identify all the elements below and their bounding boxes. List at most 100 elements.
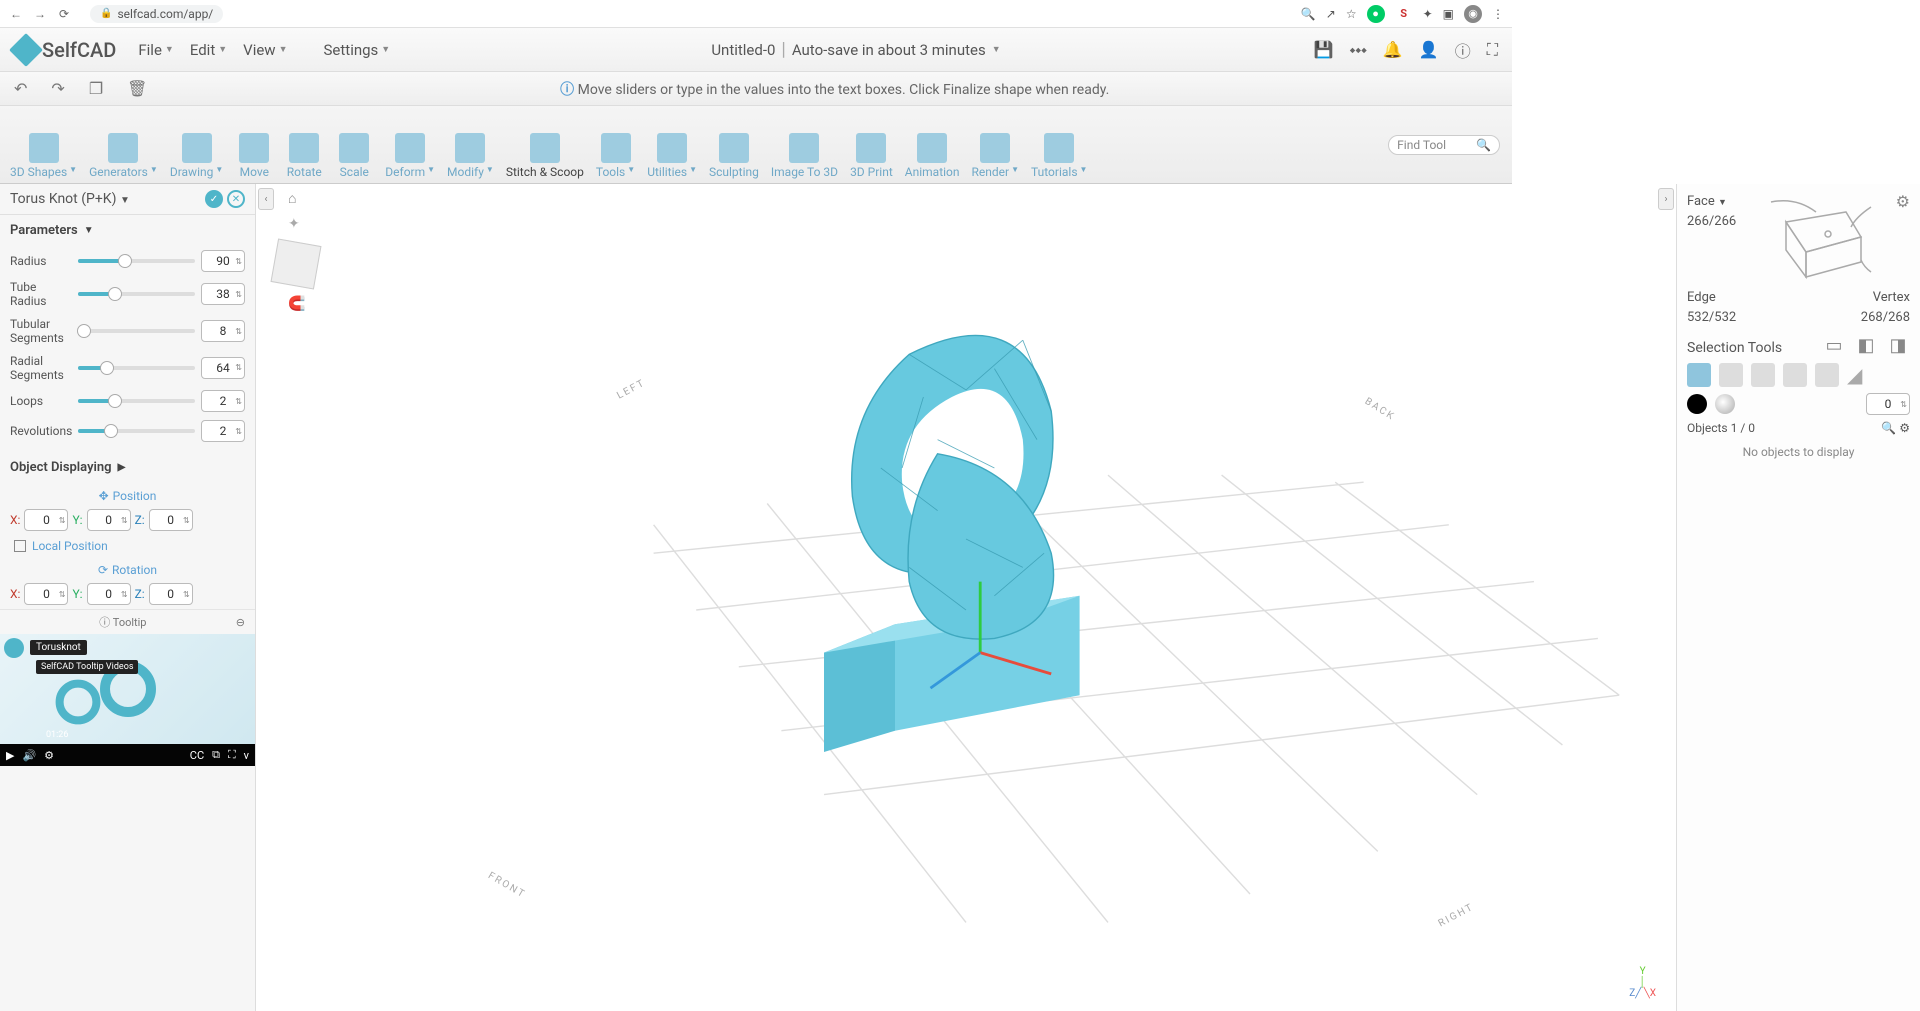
3d-viewport[interactable]: ‹ › ⌂ ✦ 🧲 [256,184,1676,1011]
star-icon[interactable]: ☆ [1346,7,1357,21]
object-displaying-header[interactable]: Object Displaying ▶ [0,452,255,483]
vertex-label[interactable]: Vertex [1861,288,1910,308]
tool-stitch-scoop[interactable]: Stitch & Scoop [500,106,590,183]
tool-scale[interactable]: Scale [329,106,379,183]
plane-icon[interactable]: ◢ [1847,363,1871,387]
rot-y-input[interactable]: 0 [87,583,131,605]
reload-button[interactable]: ⟳ [56,7,72,21]
search-objects-icon[interactable]: 🔍 [1881,421,1896,435]
tool-modify[interactable]: Modify▼ [441,106,500,183]
tool-drawing[interactable]: Drawing▼ [164,106,229,183]
tool-tools[interactable]: Tools▼ [590,106,641,183]
selection-cube-icon[interactable] [1756,192,1876,282]
param-input[interactable]: 2 [201,420,245,442]
notifications-button[interactable]: 🔔 [1383,40,1403,59]
color-swatch-2[interactable] [1715,394,1735,414]
pos-x-input[interactable]: 0 [24,509,68,531]
local-position-checkbox[interactable]: Local Position [0,535,255,557]
cc-icon[interactable]: CC [190,749,204,762]
objects-settings-icon[interactable]: ⚙ [1899,421,1910,435]
share-icon[interactable]: ↗ [1326,7,1336,21]
tool-rotate[interactable]: Rotate [279,106,329,183]
panel-settings-icon[interactable]: ⚙ [1896,192,1910,211]
app-logo[interactable]: SelfCAD [14,38,116,62]
parameters-header[interactable]: Parameters ▼ [0,215,255,246]
tool-utilities[interactable]: Utilities▼ [641,106,703,183]
tooltip-video[interactable]: Torusknot SelfCAD Tooltip Videos 01:26 ▶… [0,634,255,766]
save-button[interactable]: 💾 [1314,40,1334,59]
menu-icon[interactable]: ⋮ [1492,7,1504,21]
account-button[interactable]: 👤 [1419,40,1439,59]
param-slider[interactable] [78,329,195,333]
back-button[interactable]: ← [8,7,24,21]
extension-2-icon[interactable]: S [1395,5,1413,23]
undo-button[interactable]: ↶ [14,79,27,98]
tool-move[interactable]: Move [229,106,279,183]
help-button[interactable]: ⓘ [1455,38,1471,62]
share-button[interactable]: ⬩⬩⬩ [1350,40,1367,60]
forward-button[interactable]: → [32,7,48,21]
finalize-button[interactable]: ✓ [205,190,223,208]
rot-x-input[interactable]: 0 [24,583,68,605]
video-controls[interactable]: ▶ 🔊 ⚙ CC ⧉ ⛶ v [0,744,255,766]
document-title[interactable]: Untitled-0 [711,41,775,59]
solid-mode-icon[interactable] [1687,363,1711,387]
copy-button[interactable]: ❐ [89,79,103,98]
vimeo-icon[interactable]: v [244,749,249,762]
tool-render[interactable]: Render▼ [966,106,1026,183]
cube-select-icon[interactable]: ◧ [1854,333,1878,357]
cancel-button[interactable]: ✕ [227,190,245,208]
mode-5-icon[interactable] [1815,363,1839,387]
param-slider[interactable] [78,259,195,263]
find-tool-input[interactable]: Find Tool🔍 [1388,135,1500,155]
menu-settings[interactable]: Settings▼ [316,35,399,65]
tool-deform[interactable]: Deform▼ [379,106,441,183]
menu-file[interactable]: File▼ [130,35,181,65]
tool-animation[interactable]: Animation [899,106,966,183]
extensions-icon[interactable]: ✦ [1423,7,1433,21]
opacity-spinner[interactable]: 0 [1866,393,1910,415]
pip-icon[interactable]: ⧉ [212,748,220,762]
settings-icon[interactable]: ⚙ [44,749,54,762]
tool-sculpting[interactable]: Sculpting [703,106,765,183]
tool-3d-print[interactable]: 3D Print [844,106,899,183]
param-slider[interactable] [78,429,195,433]
collapse-tooltip[interactable]: ⊖ [236,616,245,629]
pos-y-input[interactable]: 0 [87,509,131,531]
volume-icon[interactable]: 🔊 [22,749,36,762]
profile-avatar[interactable]: ◉ [1464,5,1482,23]
address-bar[interactable]: 🔒 selfcad.com/app/ [90,5,223,23]
param-input[interactable]: 2 [201,390,245,412]
wireframe-mode-icon[interactable] [1719,363,1743,387]
fullscreen-icon[interactable]: ⛶ [228,748,236,762]
param-slider[interactable] [78,366,195,370]
menu-view[interactable]: View▼ [235,35,295,65]
edge-label[interactable]: Edge [1687,288,1736,308]
rot-z-input[interactable]: 0 [149,583,193,605]
extension-1-icon[interactable]: ● [1367,5,1385,23]
delete-button[interactable]: 🗑 [127,79,147,98]
param-input[interactable]: 8 [201,320,245,342]
play-icon[interactable]: ▶ [6,749,14,762]
iso-select-icon[interactable]: ◨ [1886,333,1910,357]
marquee-select-icon[interactable]: ▭ [1822,333,1846,357]
menu-edit[interactable]: Edit▼ [182,35,235,65]
tool-image-to-3d[interactable]: Image To 3D [765,106,844,183]
mode-3-icon[interactable] [1751,363,1775,387]
tool-generators[interactable]: Generators▼ [83,106,164,183]
color-swatch-1[interactable] [1687,394,1707,414]
tool-tutorials[interactable]: Tutorials▼ [1025,106,1093,183]
redo-button[interactable]: ↷ [51,79,64,98]
fullscreen-button[interactable]: ⛶ [1487,40,1498,60]
param-input[interactable]: 38 [201,283,245,305]
mode-4-icon[interactable] [1783,363,1807,387]
tool-3d-shapes[interactable]: 3D Shapes▼ [4,106,83,183]
pos-z-input[interactable]: 0 [149,509,193,531]
param-slider[interactable] [78,292,195,296]
face-label[interactable]: Face [1687,194,1715,209]
param-slider[interactable] [78,399,195,403]
param-input[interactable]: 90 [201,250,245,272]
window-icon[interactable]: ▣ [1443,7,1454,21]
search-icon[interactable]: 🔍 [1301,7,1316,21]
param-input[interactable]: 64 [201,357,245,379]
